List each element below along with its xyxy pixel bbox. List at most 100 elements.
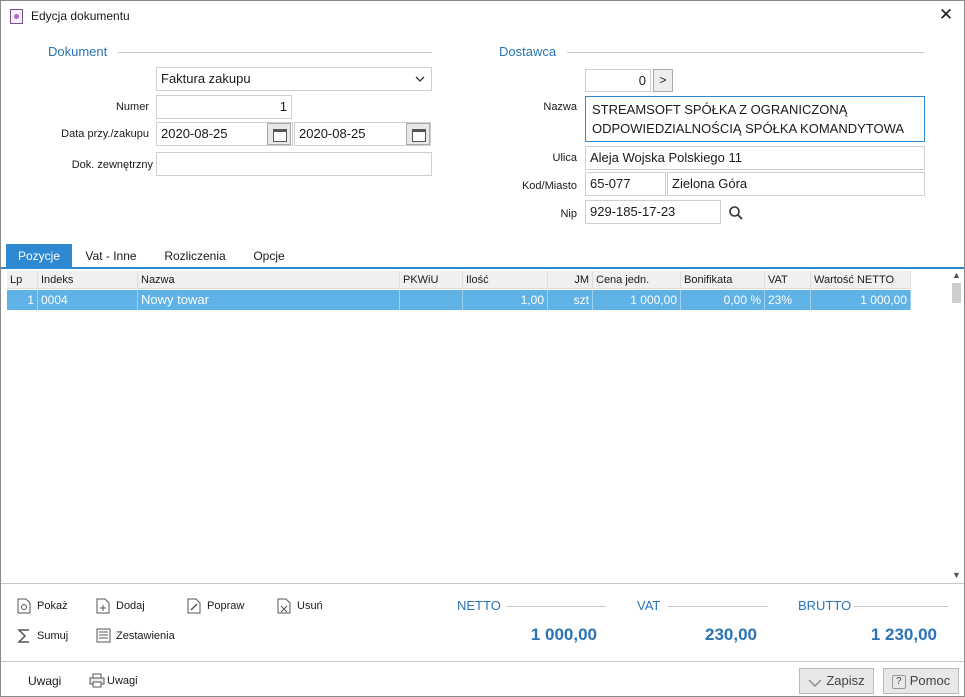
column-header[interactable]: PKWiU: [400, 271, 463, 289]
column-header[interactable]: Indeks: [38, 271, 138, 289]
nip-label: Nip: [560, 208, 577, 220]
tab-opcje[interactable]: Opcje: [245, 244, 293, 269]
city-field[interactable]: Zielona Góra: [667, 172, 925, 196]
cell-pkwiu: [400, 290, 463, 310]
section-dokument: Dokument: [48, 44, 108, 59]
pomoc-button[interactable]: ? Pomoc: [883, 668, 959, 694]
nazwa-label: Nazwa: [543, 101, 577, 113]
external-doc-label: Dok. zewnętrzny: [71, 159, 153, 171]
vat-label: VAT: [637, 598, 661, 613]
divider: [1, 661, 964, 662]
sumuj-button[interactable]: Sumuj: [17, 627, 68, 645]
zestawienia-button[interactable]: Zestawienia: [96, 627, 175, 645]
cell-ilosc: 1,00: [463, 290, 548, 310]
supplier-name-field[interactable]: STREAMSOFT SPÓŁKA Z OGRANICZONĄ ODPOWIED…: [585, 96, 925, 142]
column-header[interactable]: JM: [548, 271, 593, 289]
brutto-value: 1 230,00: [870, 625, 937, 644]
table-row[interactable]: 1 0004 Nowy towar 1,00 szt 1 000,00 0,00…: [7, 290, 911, 310]
dodaj-button[interactable]: Dodaj: [96, 597, 145, 615]
column-header[interactable]: Bonifikata: [681, 271, 765, 289]
street-field[interactable]: Aleja Wojska Polskiego 11: [585, 146, 925, 170]
usun-label: Usuń: [297, 600, 323, 612]
document-type-select[interactable]: Faktura zakupu: [156, 67, 432, 91]
pokaz-label: Pokaż: [37, 600, 68, 612]
zestawienia-label: Zestawienia: [116, 630, 175, 642]
supplier-name-line2: ODPOWIEDZIALNOŚCIĄ SPÓŁKA KOMANDYTOWA: [592, 121, 905, 136]
add-document-icon: [96, 598, 110, 614]
checkmark-icon: [808, 679, 822, 687]
column-header[interactable]: Lp: [7, 271, 38, 289]
divider: [506, 606, 606, 607]
popraw-label: Popraw: [207, 600, 245, 612]
help-icon: ?: [891, 674, 906, 689]
kod-miasto-label: Kod/Miasto: [521, 180, 577, 192]
section-divider: [567, 52, 924, 53]
cell-lp: 1: [7, 290, 38, 310]
supplier-name-line1: STREAMSOFT SPÓŁKA Z OGRANICZONĄ: [592, 102, 848, 117]
divider: [668, 606, 768, 607]
external-doc-field[interactable]: [156, 152, 432, 176]
section-divider: [118, 52, 432, 53]
print-uwagi-label: Uwagi: [107, 675, 138, 687]
tab-bar: Pozycje Vat - Inne Rozliczenia Opcje: [1, 242, 964, 269]
scroll-down-icon[interactable]: ▼: [950, 569, 963, 581]
cell-bonifikata: 0,00 %: [681, 290, 765, 310]
column-header[interactable]: Cena jedn.: [593, 271, 681, 289]
numer-field[interactable]: 1: [156, 95, 292, 119]
printer-icon: [89, 673, 105, 688]
cell-cena: 1 000,00: [593, 290, 681, 310]
calendar-icon[interactable]: [267, 123, 291, 145]
window-title: Edycja dokumentu: [31, 9, 130, 23]
tab-rozliczenia[interactable]: Rozliczenia: [157, 244, 233, 269]
cell-nazwa: Nowy towar: [138, 290, 400, 310]
cell-wartosc-netto: 1 000,00: [811, 290, 911, 310]
search-icon[interactable]: [728, 205, 744, 221]
table-header: Lp Indeks Nazwa PKWiU Ilość JM Cena jedn…: [7, 271, 911, 289]
cell-jm: szt: [548, 290, 593, 310]
brutto-label: BRUTTO: [798, 598, 852, 613]
date-label: Data przy./zakupu: [61, 128, 149, 140]
postal-code-field[interactable]: 65-077: [585, 172, 666, 196]
items-table: Lp Indeks Nazwa PKWiU Ilość JM Cena jedn…: [7, 271, 948, 581]
column-header[interactable]: Wartość NETTO: [811, 271, 911, 289]
close-icon[interactable]: ✕: [936, 5, 956, 25]
delete-document-icon: [277, 598, 291, 614]
netto-value: 1 000,00: [530, 625, 597, 644]
nip-field[interactable]: 929-185-17-23: [585, 200, 721, 224]
popraw-button[interactable]: Popraw: [187, 597, 244, 615]
column-header[interactable]: Nazwa: [138, 271, 400, 289]
cell-vat: 23%: [765, 290, 811, 310]
numer-label: Numer: [115, 101, 149, 113]
tab-vat-inne[interactable]: Vat - Inne: [77, 244, 145, 269]
title-bar: Edycja dokumentu ✕: [1, 1, 964, 31]
supplier-counter-field[interactable]: 0: [585, 69, 651, 92]
cell-indeks: 0004: [38, 290, 138, 310]
view-document-icon: [17, 598, 31, 614]
pokaz-button[interactable]: Pokaż: [17, 597, 68, 615]
netto-label: NETTO: [457, 598, 501, 613]
calendar-icon[interactable]: [406, 123, 430, 145]
vat-value: 230,00: [705, 625, 757, 644]
document-type-value: Faktura zakupu: [161, 71, 251, 86]
zapisz-button[interactable]: Zapisz: [799, 668, 874, 694]
ulica-label: Ulica: [552, 152, 577, 164]
scrollbar-thumb[interactable]: [952, 283, 961, 303]
section-dostawca: Dostawca: [499, 44, 557, 59]
column-header[interactable]: VAT: [765, 271, 811, 289]
divider: [854, 606, 948, 607]
pomoc-label: Pomoc: [909, 673, 951, 688]
uwagi-button[interactable]: Uwagi: [28, 672, 61, 690]
sumuj-label: Sumuj: [37, 630, 69, 642]
sum-icon: [17, 629, 29, 643]
scroll-up-icon[interactable]: ▲: [950, 269, 963, 281]
print-uwagi-button[interactable]: Uwagi: [89, 672, 138, 690]
report-list-icon: [96, 628, 111, 643]
tab-pozycje[interactable]: Pozycje: [6, 244, 72, 269]
vertical-scrollbar[interactable]: ▲ ▼: [950, 269, 963, 581]
column-header[interactable]: Ilość: [463, 271, 548, 289]
next-supplier-button[interactable]: >: [653, 69, 673, 92]
edit-document-icon: [187, 598, 201, 614]
divider: [1, 583, 964, 584]
dodaj-label: Dodaj: [116, 600, 145, 612]
usun-button[interactable]: Usuń: [277, 597, 323, 615]
